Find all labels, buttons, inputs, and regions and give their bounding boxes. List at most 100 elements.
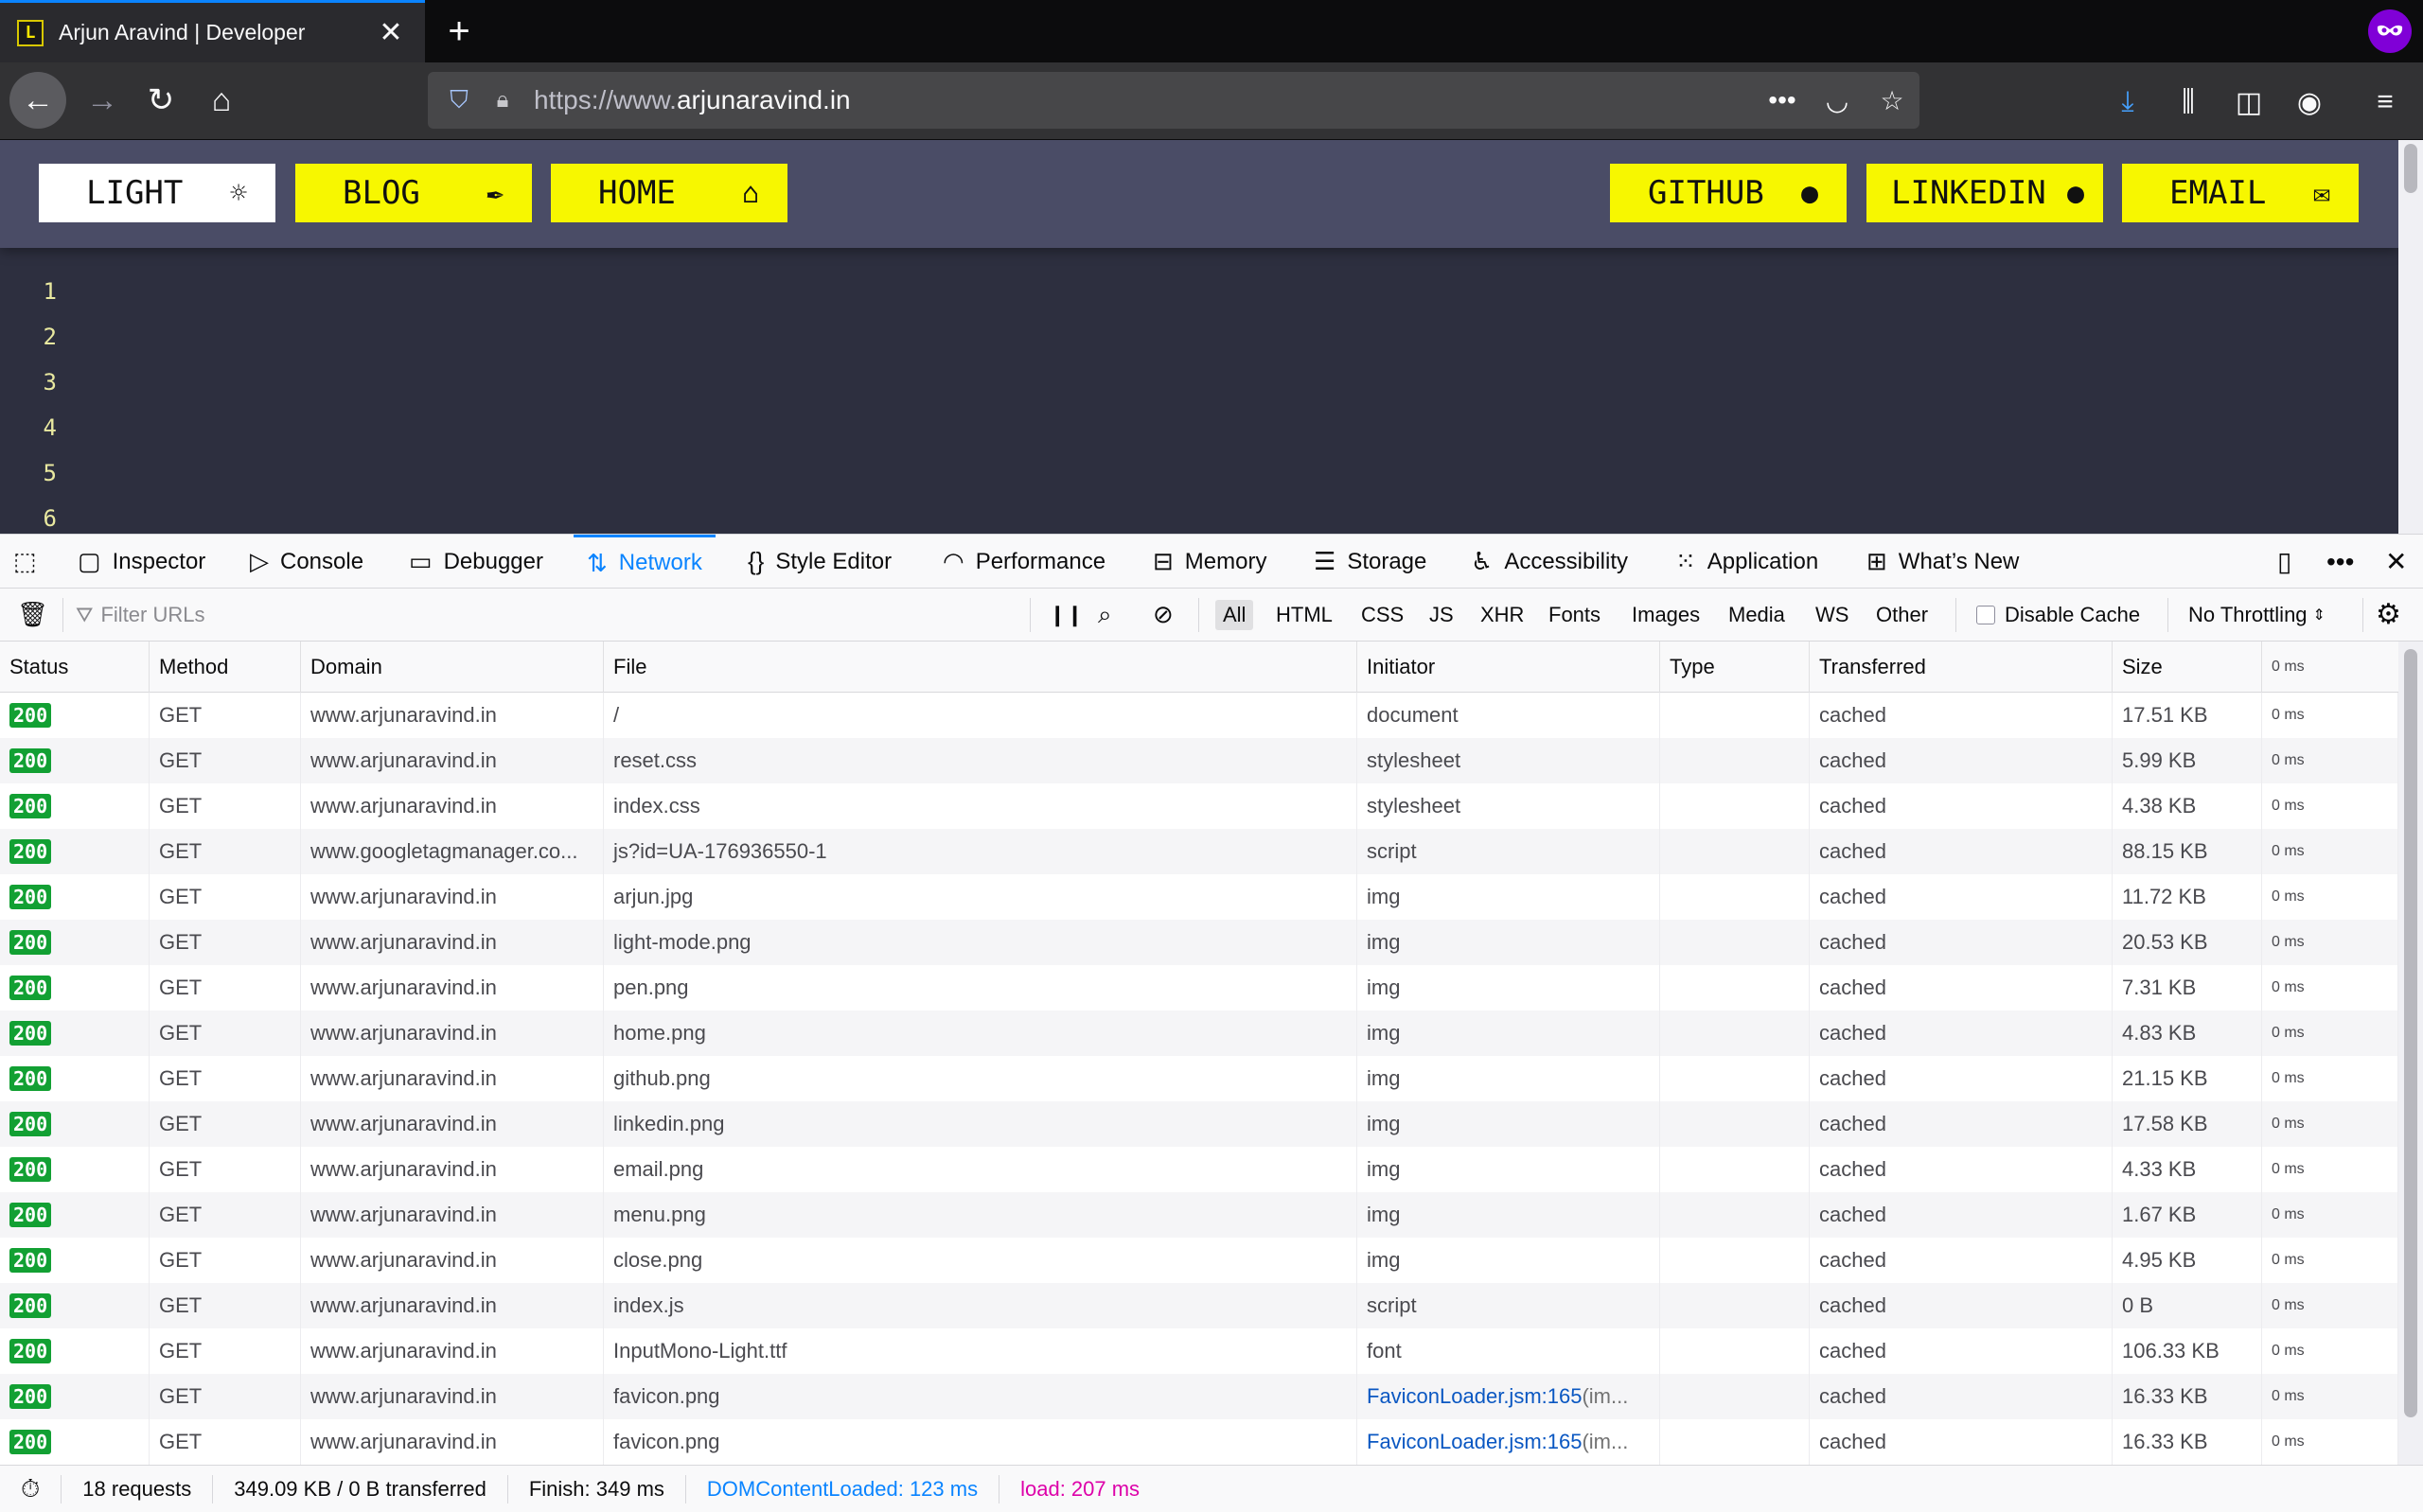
table-row[interactable]: 200 GET www.arjunaravind.in arjun.jpg img cac…	[0, 874, 2398, 920]
tab-whats-new[interactable]: ⊞ What’s New	[1866, 535, 2019, 589]
status-badge: 200	[9, 794, 52, 818]
transferred-cell: cached	[1810, 783, 2113, 829]
col-domain[interactable]: Domain	[301, 642, 604, 693]
table-row[interactable]: 200 GET www.arjunaravind.in home.png img cach…	[0, 1011, 2398, 1056]
filter-images[interactable]: Images	[1624, 600, 1707, 630]
filter-all[interactable]: All	[1215, 600, 1254, 630]
table-scrollbar[interactable]	[2398, 642, 2423, 1465]
lock-icon[interactable]: 🔒︎	[486, 87, 519, 114]
tab-storage[interactable]: ☰ Storage	[1314, 535, 1426, 589]
account-icon[interactable]: ◉	[2287, 79, 2332, 125]
table-row[interactable]: 200 GET www.googletagmanager.co... js?id=UA…	[0, 829, 2398, 874]
tab-network[interactable]: ⇅ Network	[574, 535, 716, 589]
table-row[interactable]: 200 GET www.arjunaravind.in menu.png img cach…	[0, 1192, 2398, 1238]
light-mode-button[interactable]: LIGHT ☼	[39, 164, 275, 222]
pocket-icon[interactable]: ◡	[1810, 85, 1865, 116]
url-text[interactable]: https://www.arjunaravind.in	[534, 85, 1755, 115]
method-cell: GET	[150, 920, 301, 965]
home-button[interactable]: HOME ⌂	[551, 164, 787, 222]
disable-cache-checkbox[interactable]: Disable Cache	[1976, 589, 2140, 641]
table-scroll-thumb[interactable]	[2404, 649, 2417, 1417]
github-button[interactable]: GITHUB ●	[1610, 164, 1847, 222]
library-icon[interactable]: ⫼	[2166, 79, 2211, 125]
filter-js[interactable]: JS	[1422, 600, 1461, 630]
tab-inspector[interactable]: ▢ Inspector	[78, 535, 205, 589]
col-method[interactable]: Method	[150, 642, 301, 693]
col-file[interactable]: File	[604, 642, 1357, 693]
block-icon[interactable]: ⊘	[1153, 589, 1174, 641]
table-row[interactable]: 200 GET www.arjunaravind.in pen.png img cache…	[0, 965, 2398, 1011]
stopwatch-icon[interactable]: ⏱︎	[0, 1474, 62, 1503]
filter-html[interactable]: HTML	[1268, 600, 1340, 630]
table-row[interactable]: 200 GET www.arjunaravind.in InputMono-Light…	[0, 1328, 2398, 1374]
table-row[interactable]: 200 GET www.arjunaravind.in index.js script c…	[0, 1283, 2398, 1328]
table-row[interactable]: 200 GET www.arjunaravind.in github.png img ca…	[0, 1056, 2398, 1101]
url-bar[interactable]: ⛉ 🔒︎ https://www.arjunaravind.in ••• ◡ ☆	[428, 72, 1919, 129]
table-row[interactable]: 200 GET www.arjunaravind.in favicon.png Favi…	[0, 1419, 2398, 1465]
linkedin-button[interactable]: LINKEDIN ●	[1866, 164, 2103, 222]
col-size[interactable]: Size	[2113, 642, 2262, 693]
close-devtools-icon[interactable]: ✕	[2385, 535, 2407, 589]
dock-icon[interactable]: ▯	[2277, 535, 2291, 589]
tab-console[interactable]: ▷ Console	[250, 535, 363, 589]
table-row[interactable]: 200 GET www.arjunaravind.in linkedin.png img…	[0, 1101, 2398, 1147]
initiator-cell: img	[1357, 1101, 1660, 1147]
bookmark-star-icon[interactable]: ☆	[1865, 85, 1919, 116]
sidebar-icon[interactable]: ◫	[2226, 79, 2272, 125]
filter-other[interactable]: Other	[1868, 600, 1936, 630]
more-options-icon[interactable]: •••	[2326, 535, 2354, 589]
table-row[interactable]: 200 GET www.arjunaravind.in index.css styles…	[0, 783, 2398, 829]
filter-ws[interactable]: WS	[1808, 600, 1856, 630]
downloads-icon[interactable]: ⤓	[2105, 79, 2150, 125]
domain-cell: www.arjunaravind.in	[301, 1328, 604, 1374]
reload-icon[interactable]: ↻	[133, 72, 189, 129]
tab-performance[interactable]: ◠ Performance	[943, 535, 1105, 589]
col-waterfall[interactable]: 0 ms	[2262, 642, 2398, 693]
filter-css[interactable]: CSS	[1353, 600, 1411, 630]
tab-accessibility[interactable]: ♿︎ Accessibility	[1471, 535, 1628, 589]
tab-debugger[interactable]: ▭ Debugger	[409, 535, 543, 589]
menu-icon[interactable]: ≡	[2362, 79, 2408, 125]
home-icon[interactable]: ⌂	[193, 72, 250, 129]
browser-tab[interactable]: L Arjun Aravind | Developer ✕	[0, 0, 425, 62]
page-actions-icon[interactable]: •••	[1755, 85, 1810, 115]
col-type[interactable]: Type	[1660, 642, 1810, 693]
search-icon[interactable]: ⌕	[1098, 589, 1112, 641]
throttling-select[interactable]: No Throttling ⇕	[2188, 589, 2326, 641]
checkbox-box[interactable]	[1976, 605, 1995, 624]
email-button[interactable]: EMAIL ✉	[2122, 164, 2359, 222]
gear-icon[interactable]: ⚙	[2376, 589, 2401, 641]
filter-media[interactable]: Media	[1721, 600, 1793, 630]
new-tab-icon[interactable]: +	[435, 8, 483, 55]
col-transferred[interactable]: Transferred	[1810, 642, 2113, 693]
element-picker-icon[interactable]: ⬚	[13, 535, 48, 589]
filter-fonts[interactable]: Fonts	[1541, 600, 1608, 630]
initiator-link[interactable]: FaviconLoader.jsm:165	[1367, 1384, 1582, 1409]
trash-icon[interactable]: 🗑︎	[17, 589, 48, 641]
tab-memory[interactable]: ⊟ Memory	[1153, 535, 1266, 589]
tab-application[interactable]: ⁙ Application	[1675, 535, 1818, 589]
table-row[interactable]: 200 GET www.arjunaravind.in favicon.png Favi…	[0, 1374, 2398, 1419]
tab-style-editor[interactable]: {} Style Editor	[748, 535, 892, 589]
table-row[interactable]: 200 GET www.arjunaravind.in close.png img cac…	[0, 1238, 2398, 1283]
close-tab-icon[interactable]: ✕	[372, 16, 410, 49]
table-row[interactable]: 200 GET www.arjunaravind.in reset.css styles…	[0, 738, 2398, 783]
filter-urls-input[interactable]: ⛛ Filter URLs	[76, 596, 1032, 634]
initiator-link[interactable]: FaviconLoader.jsm:165	[1367, 1430, 1582, 1454]
transferred-cell: cached	[1810, 738, 2113, 783]
blog-button[interactable]: BLOG ✒	[295, 164, 532, 222]
col-status[interactable]: Status	[0, 642, 150, 693]
page-scroll-thumb[interactable]	[2404, 144, 2417, 193]
pause-icon[interactable]: ❙❙	[1049, 589, 1084, 641]
table-row[interactable]: 200 GET www.arjunaravind.in light-mode.png i…	[0, 920, 2398, 965]
page-scrollbar[interactable]	[2398, 140, 2423, 534]
tracking-shield-icon[interactable]: ⛉	[443, 85, 475, 115]
table-row[interactable]: 200 GET www.arjunaravind.in / document cached…	[0, 693, 2398, 738]
table-row[interactable]: 200 GET www.arjunaravind.in email.png img cac…	[0, 1147, 2398, 1192]
forward-arrow-icon[interactable]: →	[74, 72, 131, 129]
back-arrow-icon[interactable]: ←	[9, 72, 66, 129]
tab-label: Storage	[1347, 548, 1427, 574]
col-initiator[interactable]: Initiator	[1357, 642, 1660, 693]
filter-xhr[interactable]: XHR	[1473, 600, 1531, 630]
file-cell: close.png	[604, 1238, 1357, 1283]
